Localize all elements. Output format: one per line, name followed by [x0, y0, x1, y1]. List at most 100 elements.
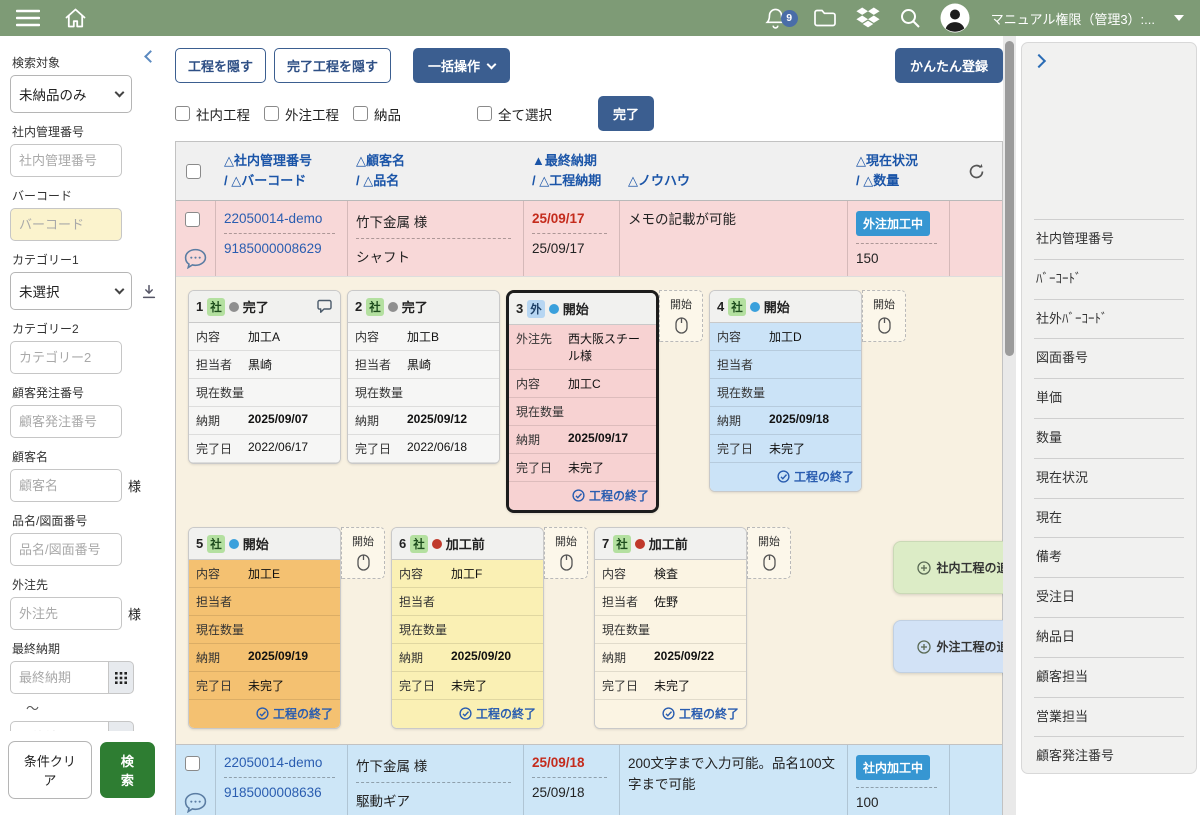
col-header-knowhow[interactable]: △ノウハウ [620, 142, 848, 200]
field-label: 内容 [516, 375, 568, 392]
field-label: 完了日 [717, 440, 769, 457]
checkbox-select-all[interactable]: 全て選択 [477, 104, 552, 124]
bell-icon[interactable]: 9 [765, 7, 786, 30]
process-due-date: 25/09/18 [532, 778, 611, 803]
right-panel-item[interactable]: 単価 [1034, 378, 1184, 418]
add-internal-process-button[interactable]: 社内工程の追加 [893, 541, 1003, 594]
right-panel-item[interactable]: 営業担当 [1034, 697, 1184, 737]
end-process-link[interactable]: 工程の終了 [710, 463, 861, 491]
hamburger-menu-icon[interactable] [16, 9, 40, 27]
internal-process-checkbox-box[interactable] [175, 106, 190, 121]
end-process-link[interactable]: 工程の終了 [189, 700, 340, 728]
quick-register-button[interactable]: かんたん登録 [895, 48, 1003, 83]
right-panel-item-label: 備考 [1036, 547, 1116, 568]
end-process-link[interactable]: 工程の終了 [509, 482, 656, 510]
right-panel-item[interactable]: 現在状況 [1034, 458, 1184, 498]
field-value: 検査 [654, 565, 678, 582]
process-card[interactable]: 6社加工前内容加工F担当者現在数量納期2025/09/20完了日未完了工程の終了 [391, 527, 544, 729]
end-process-link[interactable]: 工程の終了 [595, 700, 746, 728]
checkbox-external-process[interactable]: 外注工程 [264, 104, 339, 124]
process-card[interactable]: 3外開始外注先西大阪スチール様内容加工C現在数量納期2025/09/17完了日未… [506, 290, 659, 513]
hide-process-button[interactable]: 工程を隠す [175, 48, 266, 83]
process-card[interactable]: 4社開始内容加工D担当者現在数量納期2025/09/18完了日未完了工程の終了 [709, 290, 862, 492]
bulk-action-button[interactable]: 一括操作 [413, 48, 510, 83]
comment-bubble-icon[interactable] [184, 248, 207, 269]
right-panel-item[interactable]: 備考 [1034, 537, 1184, 577]
card-field-row: 内容加工B [348, 323, 499, 351]
home-icon[interactable] [64, 7, 87, 29]
add-external-process-button[interactable]: 外注工程の追加 [893, 620, 1003, 673]
customer-name-input[interactable] [10, 469, 122, 502]
vertical-scrollbar[interactable] [1003, 36, 1016, 815]
right-panel-item[interactable]: 図面番号 [1034, 338, 1184, 378]
right-panel-item[interactable]: 顧客発注番号 [1034, 736, 1184, 774]
category1-select[interactable]: 未選択 [10, 272, 132, 310]
comment-bubble-icon[interactable] [184, 792, 207, 813]
sidebar-collapse-chevron[interactable] [146, 48, 155, 66]
delivery-checkbox-box[interactable] [353, 106, 368, 121]
right-panel-item[interactable]: 社内管理番号 [1034, 219, 1184, 259]
right-panel-item[interactable]: 現在 [1034, 498, 1184, 538]
end-process-link[interactable]: 工程の終了 [392, 700, 543, 728]
chevron-left-icon [144, 50, 157, 63]
speech-bubble-icon[interactable] [316, 299, 333, 314]
order-checkbox[interactable] [185, 212, 200, 227]
search-target-select[interactable]: 未納品のみ [10, 75, 132, 113]
control-no-link[interactable]: 22050014-demo [224, 208, 339, 233]
done-filter-button[interactable]: 完了 [598, 96, 654, 131]
outsourcer-input[interactable] [10, 597, 122, 630]
start-process-tab[interactable]: 開始 [544, 527, 588, 579]
internal-control-no-input[interactable] [10, 144, 122, 177]
right-panel-item[interactable]: 数量 [1034, 418, 1184, 458]
right-panel-item[interactable]: 顧客担当 [1034, 657, 1184, 697]
start-process-tab[interactable]: 開始 [341, 527, 385, 579]
hide-completed-process-button[interactable]: 完了工程を隠す [274, 48, 391, 83]
select-all-checkbox[interactable] [186, 164, 201, 179]
right-panel-item[interactable]: 受注日 [1034, 577, 1184, 617]
right-panel-item[interactable]: 社外ﾊﾞｰｺｰﾄﾞ [1034, 299, 1184, 339]
refresh-icon[interactable] [968, 163, 985, 180]
user-avatar[interactable] [940, 3, 970, 33]
dropbox-icon[interactable] [856, 7, 880, 29]
process-card[interactable]: 7社加工前内容検査担当者佐野現在数量納期2025/09/22完了日未完了工程の終… [594, 527, 747, 729]
start-process-tab[interactable]: 開始 [747, 527, 791, 579]
col-header-due[interactable]: ▲最終納期/ △工程納期 [524, 142, 620, 200]
process-card[interactable]: 5社開始内容加工E担当者現在数量納期2025/09/19完了日未完了工程の終了 [188, 527, 341, 729]
barcode-link[interactable]: 9185000008629 [224, 234, 339, 259]
select-all-checkbox-box[interactable] [477, 106, 492, 121]
final-due-from-input[interactable] [10, 661, 108, 694]
process-card[interactable]: 2社完了内容加工B担当者黒崎現在数量納期2025/09/12完了日2022/06… [347, 290, 500, 464]
process-card[interactable]: 1社完了内容加工A担当者黒崎現在数量納期2025/09/07完了日2022/06… [188, 290, 341, 464]
col-header-control-no[interactable]: △社内管理番号/ △バーコード [216, 142, 348, 200]
order-checkbox[interactable] [185, 756, 200, 771]
folder-icon[interactable] [813, 8, 837, 28]
col-header-customer[interactable]: △顧客名/ △品名 [348, 142, 524, 200]
clear-conditions-button[interactable]: 条件クリア [8, 741, 92, 799]
calendar-grid-icon[interactable] [108, 661, 134, 694]
item-drawing-no-input[interactable] [10, 533, 122, 566]
checkbox-internal-process[interactable]: 社内工程 [175, 104, 250, 124]
external-process-checkbox-box[interactable] [264, 106, 279, 121]
user-menu-label[interactable]: マニュアル権限（管理3）:... [991, 9, 1155, 28]
customer-order-no-input[interactable] [10, 405, 122, 438]
search-icon[interactable] [899, 7, 921, 29]
col-header-status[interactable]: △現在状況/ △数量 [848, 142, 950, 200]
field-list-panel: 社内管理番号ﾊﾞｰｺｰﾄﾞ社外ﾊﾞｰｺｰﾄﾞ図面番号単価数量現在状況現在備考受注… [1021, 42, 1197, 774]
circle-plus-icon [917, 561, 931, 575]
search-button[interactable]: 検索 [100, 742, 155, 798]
right-panel-item[interactable]: ﾊﾞｰｺｰﾄﾞ [1034, 259, 1184, 299]
card-type-badge: 社 [728, 298, 746, 316]
barcode-link[interactable]: 9185000008636 [224, 778, 339, 803]
start-process-tab[interactable]: 開始 [659, 290, 703, 342]
barcode-input[interactable] [10, 208, 122, 241]
checkbox-delivery[interactable]: 納品 [353, 104, 401, 124]
scrollbar-thumb[interactable] [1005, 41, 1014, 356]
panel-items: 社内管理番号ﾊﾞｰｺｰﾄﾞ社外ﾊﾞｰｺｰﾄﾞ図面番号単価数量現在状況現在備考受注… [1034, 219, 1184, 774]
panel-expand-chevron[interactable] [1034, 53, 1044, 70]
start-process-tab[interactable]: 開始 [862, 290, 906, 342]
pulldown-to-bar-icon[interactable] [142, 284, 156, 299]
user-dropdown-caret-icon[interactable] [1174, 15, 1184, 21]
right-panel-item[interactable]: 納品日 [1034, 617, 1184, 657]
control-no-link[interactable]: 22050014-demo [224, 752, 339, 777]
category2-input[interactable] [10, 341, 122, 374]
